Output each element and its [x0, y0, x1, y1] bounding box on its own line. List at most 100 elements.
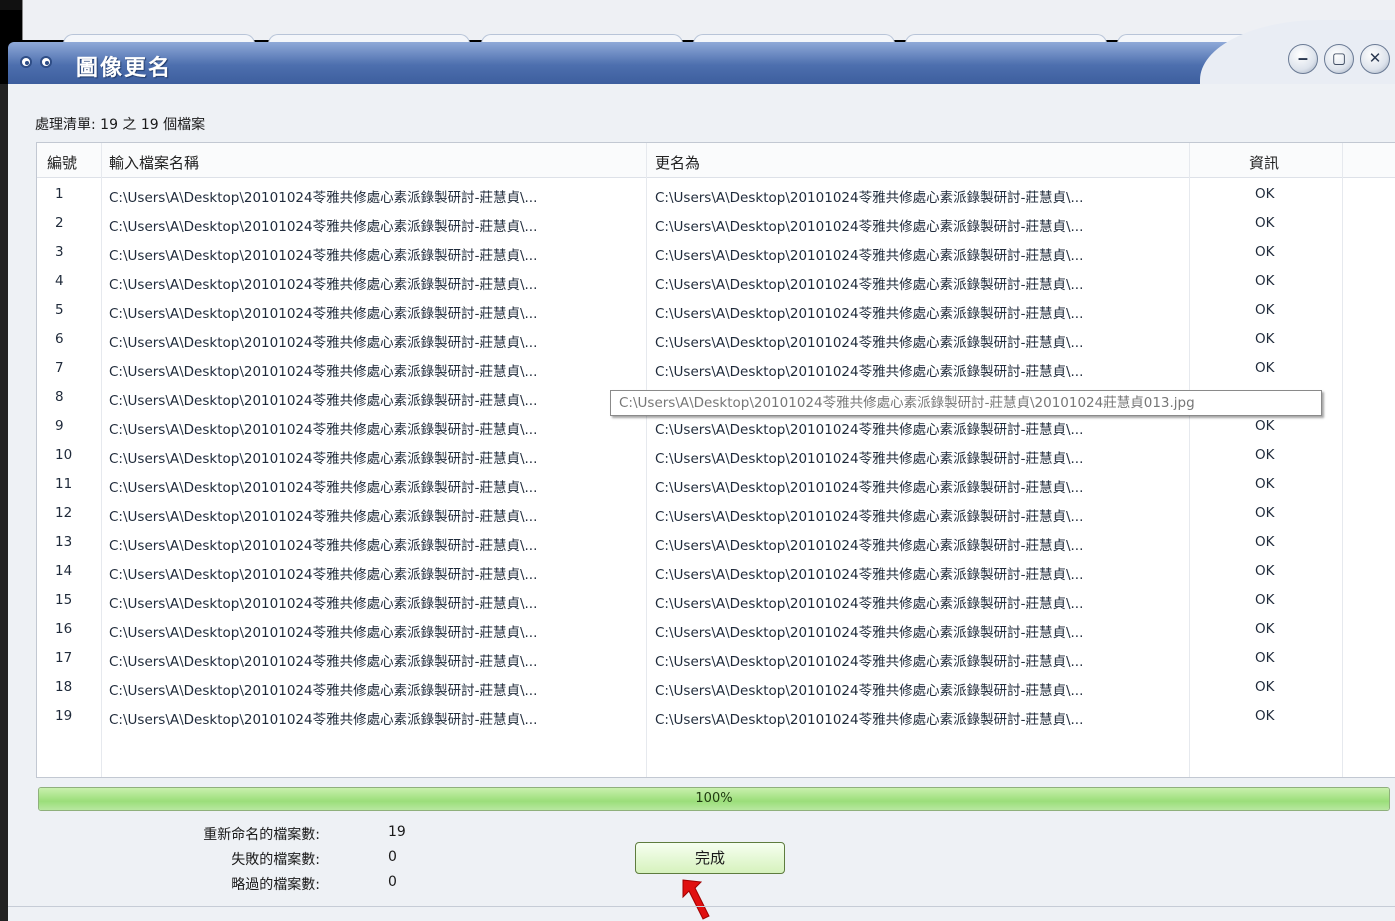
row-number: 4 — [55, 273, 64, 289]
row-number: 7 — [55, 360, 64, 376]
row-output-path: C:\Users\A\Desktop\20101024苓雅共修處心素派錄製研討-… — [655, 509, 1084, 525]
row-info: OK — [1255, 360, 1275, 376]
row-input-path: C:\Users\A\Desktop\20101024苓雅共修處心素派錄製研討-… — [109, 248, 538, 264]
row-output-path: C:\Users\A\Desktop\20101024苓雅共修處心素派錄製研討-… — [655, 306, 1084, 322]
window-left-edge — [0, 84, 8, 921]
row-output-path: C:\Users\A\Desktop\20101024苓雅共修處心素派錄製研討-… — [655, 364, 1084, 380]
row-output-path: C:\Users\A\Desktop\20101024苓雅共修處心素派錄製研討-… — [655, 335, 1084, 351]
row-input-path: C:\Users\A\Desktop\20101024苓雅共修處心素派錄製研討-… — [109, 683, 538, 699]
row-info: OK — [1255, 186, 1275, 202]
header-input[interactable]: 輸入檔案名稱 — [109, 152, 199, 173]
header-num[interactable]: 編號 — [47, 152, 77, 173]
row-output-path: C:\Users\A\Desktop\20101024苓雅共修處心素派錄製研討-… — [655, 451, 1084, 467]
row-output-path: C:\Users\A\Desktop\20101024苓雅共修處心素派錄製研討-… — [655, 683, 1084, 699]
progress-label: 100% — [695, 791, 733, 806]
table-row[interactable]: 12 C:\Users\A\Desktop\20101024苓雅共修處心素派錄製研… — [37, 499, 1395, 528]
row-output-path: C:\Users\A\Desktop\20101024苓雅共修處心素派錄製研討-… — [655, 190, 1084, 206]
row-number: 6 — [55, 331, 64, 347]
row-number: 2 — [55, 215, 64, 231]
table-row[interactable]: 15 C:\Users\A\Desktop\20101024苓雅共修處心素派錄製研… — [37, 586, 1395, 615]
dialog-bottom-line — [8, 906, 1395, 907]
done-button[interactable]: 完成 — [635, 842, 785, 874]
row-number: 12 — [55, 505, 73, 521]
table-row[interactable]: 11 C:\Users\A\Desktop\20101024苓雅共修處心素派錄製研… — [37, 470, 1395, 499]
minimize-button[interactable]: ‒ — [1288, 44, 1318, 74]
row-number: 9 — [55, 418, 64, 434]
table-row[interactable]: 7 C:\Users\A\Desktop\20101024苓雅共修處心素派錄製研討… — [37, 354, 1395, 383]
row-number: 15 — [55, 592, 73, 608]
row-input-path: C:\Users\A\Desktop\20101024苓雅共修處心素派錄製研討-… — [109, 451, 538, 467]
table-row[interactable]: 9 C:\Users\A\Desktop\20101024苓雅共修處心素派錄製研討… — [37, 412, 1395, 441]
row-output-path: C:\Users\A\Desktop\20101024苓雅共修處心素派錄製研討-… — [655, 538, 1084, 554]
row-output-path: C:\Users\A\Desktop\20101024苓雅共修處心素派錄製研討-… — [655, 625, 1084, 641]
row-input-path: C:\Users\A\Desktop\20101024苓雅共修處心素派錄製研討-… — [109, 712, 538, 728]
row-input-path: C:\Users\A\Desktop\20101024苓雅共修處心素派錄製研討-… — [109, 480, 538, 496]
row-number: 3 — [55, 244, 64, 260]
row-number: 13 — [55, 534, 73, 550]
row-output-path: C:\Users\A\Desktop\20101024苓雅共修處心素派錄製研討-… — [655, 422, 1084, 438]
table-row[interactable]: 16 C:\Users\A\Desktop\20101024苓雅共修處心素派錄製研… — [37, 615, 1395, 644]
row-input-path: C:\Users\A\Desktop\20101024苓雅共修處心素派錄製研討-… — [109, 393, 538, 409]
renamed-count-value: 19 — [388, 824, 406, 840]
skipped-count-label: 略過的檔案數: — [231, 877, 320, 893]
skipped-count-value: 0 — [388, 874, 397, 890]
row-input-path: C:\Users\A\Desktop\20101024苓雅共修處心素派錄製研討-… — [109, 364, 538, 380]
table-row[interactable]: 5 C:\Users\A\Desktop\20101024苓雅共修處心素派錄製研討… — [37, 296, 1395, 325]
row-number: 19 — [55, 708, 73, 724]
row-input-path: C:\Users\A\Desktop\20101024苓雅共修處心素派錄製研討-… — [109, 335, 538, 351]
table-row[interactable]: 17 C:\Users\A\Desktop\20101024苓雅共修處心素派錄製研… — [37, 644, 1395, 673]
row-number: 10 — [55, 447, 73, 463]
restore-button[interactable]: ▢ — [1324, 44, 1354, 74]
row-output-path: C:\Users\A\Desktop\20101024苓雅共修處心素派錄製研討-… — [655, 480, 1084, 496]
row-number: 18 — [55, 679, 73, 695]
row-info: OK — [1255, 302, 1275, 318]
row-number: 1 — [55, 186, 64, 202]
table-row[interactable]: 3 C:\Users\A\Desktop\20101024苓雅共修處心素派錄製研討… — [37, 238, 1395, 267]
failed-count-label: 失敗的檔案數: — [231, 852, 320, 868]
row-output-path: C:\Users\A\Desktop\20101024苓雅共修處心素派錄製研討-… — [655, 567, 1084, 583]
file-list[interactable]: 編號 輸入檔案名稱 更名為 資訊 1 C:\Users\A\Desktop\201… — [36, 142, 1395, 778]
close-button[interactable]: ✕ — [1360, 44, 1390, 74]
row-info: OK — [1255, 621, 1275, 637]
row-output-path: C:\Users\A\Desktop\20101024苓雅共修處心素派錄製研討-… — [655, 654, 1084, 670]
table-row[interactable]: 14 C:\Users\A\Desktop\20101024苓雅共修處心素派錄製研… — [37, 557, 1395, 586]
failed-count-value: 0 — [388, 849, 397, 865]
row-input-path: C:\Users\A\Desktop\20101024苓雅共修處心素派錄製研討-… — [109, 190, 538, 206]
table-row[interactable]: 18 C:\Users\A\Desktop\20101024苓雅共修處心素派錄製研… — [37, 673, 1395, 702]
row-info: OK — [1255, 476, 1275, 492]
row-info: OK — [1255, 592, 1275, 608]
row-output-path: C:\Users\A\Desktop\20101024苓雅共修處心素派錄製研討-… — [655, 596, 1084, 612]
row-info: OK — [1255, 215, 1275, 231]
header-output[interactable]: 更名為 — [655, 152, 700, 173]
table-row[interactable]: 13 C:\Users\A\Desktop\20101024苓雅共修處心素派錄製研… — [37, 528, 1395, 557]
row-input-path: C:\Users\A\Desktop\20101024苓雅共修處心素派錄製研討-… — [109, 219, 538, 235]
table-row[interactable]: 19 C:\Users\A\Desktop\20101024苓雅共修處心素派錄製研… — [37, 702, 1395, 731]
table-row[interactable]: 1 C:\Users\A\Desktop\20101024苓雅共修處心素派錄製研討… — [37, 180, 1395, 209]
row-info: OK — [1255, 273, 1275, 289]
dialog-title: 圖像更名 — [76, 55, 173, 81]
table-row[interactable]: 10 C:\Users\A\Desktop\20101024苓雅共修處心素派錄製研… — [37, 441, 1395, 470]
row-number: 16 — [55, 621, 73, 637]
background-window — [22, 0, 1395, 47]
row-input-path: C:\Users\A\Desktop\20101024苓雅共修處心素派錄製研討-… — [109, 654, 538, 670]
row-info: OK — [1255, 244, 1275, 260]
row-output-path: C:\Users\A\Desktop\20101024苓雅共修處心素派錄製研討-… — [655, 219, 1084, 235]
row-info: OK — [1255, 563, 1275, 579]
table-row[interactable]: 2 C:\Users\A\Desktop\20101024苓雅共修處心素派錄製研討… — [37, 209, 1395, 238]
renamed-count-label: 重新命名的檔案數: — [203, 827, 320, 843]
row-number: 17 — [55, 650, 73, 666]
row-info: OK — [1255, 331, 1275, 347]
row-number: 5 — [55, 302, 64, 318]
progress-bar: 100% — [38, 787, 1390, 811]
row-input-path: C:\Users\A\Desktop\20101024苓雅共修處心素派錄製研討-… — [109, 596, 538, 612]
table-row[interactable]: 4 C:\Users\A\Desktop\20101024苓雅共修處心素派錄製研討… — [37, 267, 1395, 296]
header-info[interactable]: 資訊 — [1249, 152, 1279, 173]
row-info: OK — [1255, 534, 1275, 550]
processing-summary: 處理清單: 19 之 19 個檔案 — [35, 117, 206, 133]
row-input-path: C:\Users\A\Desktop\20101024苓雅共修處心素派錄製研討-… — [109, 422, 538, 438]
row-number: 11 — [55, 476, 73, 492]
row-input-path: C:\Users\A\Desktop\20101024苓雅共修處心素派錄製研討-… — [109, 567, 538, 583]
dialog-titlebar — [8, 42, 1395, 84]
table-row[interactable]: 6 C:\Users\A\Desktop\20101024苓雅共修處心素派錄製研討… — [37, 325, 1395, 354]
row-output-path: C:\Users\A\Desktop\20101024苓雅共修處心素派錄製研討-… — [655, 277, 1084, 293]
